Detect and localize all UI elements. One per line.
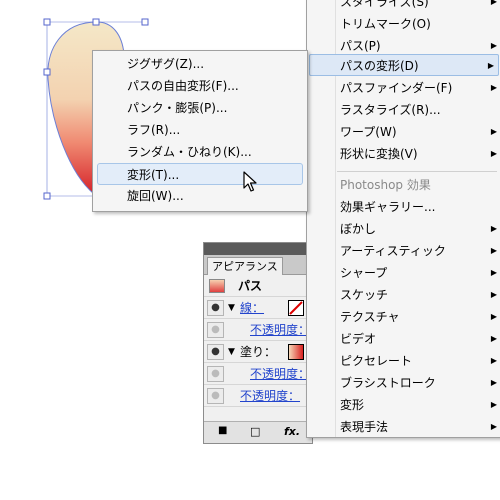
expand-triangle-icon[interactable]: ▼ bbox=[228, 341, 235, 363]
submenu-item-roughen[interactable]: ラフ(R)... bbox=[93, 119, 307, 141]
eye-icon[interactable]: ● bbox=[207, 388, 224, 404]
menu-separator bbox=[337, 171, 497, 172]
object-label: パス bbox=[238, 279, 263, 293]
submenu-arrow-icon: ▶ bbox=[490, 83, 497, 92]
menu-item-stylize[interactable]: スタイライズ(S) ▶ bbox=[307, 0, 500, 13]
expand-triangle-icon[interactable]: ▼ bbox=[228, 297, 235, 319]
menu-item-trim-marks[interactable]: トリムマーク(O) bbox=[307, 13, 500, 35]
distort-transform-submenu: ジグザグ(Z)... パスの自由変形(F)... パンク・膨張(P)... ラフ… bbox=[92, 50, 308, 212]
object-row[interactable]: パス bbox=[204, 275, 312, 297]
selection-handle bbox=[43, 18, 51, 26]
object-opacity-label[interactable]: 不透明度： bbox=[240, 385, 300, 407]
stroke-none-swatch-icon[interactable] bbox=[288, 300, 304, 316]
selection-handle bbox=[43, 68, 51, 76]
stroke-row[interactable]: ● ▼ 線： bbox=[204, 297, 312, 319]
submenu-item-zigzag[interactable]: ジグザグ(Z)... bbox=[93, 53, 307, 75]
menu-item-pathfinder[interactable]: パスファインダー(F) ▶ bbox=[307, 77, 500, 99]
submenu-item-pucker-bloat[interactable]: パンク・膨張(P)... bbox=[93, 97, 307, 119]
submenu-arrow-icon: ▶ bbox=[490, 378, 497, 387]
add-fill-icon[interactable]: □ bbox=[250, 425, 260, 438]
fx-icon[interactable]: fx. bbox=[284, 425, 300, 438]
selection-handle bbox=[141, 18, 149, 26]
tab-appearance[interactable]: アピアランス bbox=[207, 257, 283, 275]
menu-item-distort-transform[interactable]: パスの変形(D) ▶ bbox=[309, 54, 499, 76]
eye-icon[interactable]: ● bbox=[207, 322, 224, 338]
submenu-item-tweak[interactable]: ランダム・ひねり(K)... bbox=[93, 141, 307, 163]
submenu-arrow-icon: ▶ bbox=[490, 224, 497, 233]
selection-handle bbox=[92, 18, 100, 26]
object-thumbnail bbox=[209, 279, 225, 293]
panel-tab-bar: アピアランス bbox=[204, 255, 312, 275]
fill-label[interactable]: 塗り： bbox=[240, 341, 276, 363]
submenu-arrow-icon: ▶ bbox=[490, 334, 497, 343]
mouse-cursor-icon bbox=[243, 171, 257, 192]
submenu-arrow-icon: ▶ bbox=[490, 149, 497, 158]
submenu-arrow-icon: ▶ bbox=[487, 61, 494, 70]
menu-section-photoshop-effects: Photoshop 効果 bbox=[340, 178, 431, 192]
eye-icon[interactable]: ● bbox=[207, 344, 224, 360]
submenu-item-transform[interactable]: 変形(T)... bbox=[97, 163, 303, 185]
fill-opacity-row[interactable]: ● 不透明度： bbox=[204, 363, 312, 385]
panel-titlebar[interactable] bbox=[204, 243, 312, 255]
menu-item-texture[interactable]: テクスチャ ▶ bbox=[307, 306, 500, 328]
submenu-arrow-icon: ▶ bbox=[490, 0, 497, 6]
eye-icon[interactable]: ● bbox=[207, 300, 224, 316]
menu-item-sharpen[interactable]: シャープ ▶ bbox=[307, 262, 500, 284]
submenu-arrow-icon: ▶ bbox=[490, 290, 497, 299]
submenu-arrow-icon: ▶ bbox=[490, 312, 497, 321]
panel-bottom-toolbar: ■ □ fx. bbox=[204, 421, 312, 443]
submenu-arrow-icon: ▶ bbox=[490, 422, 497, 431]
stroke-label[interactable]: 線： bbox=[240, 297, 264, 319]
fill-row[interactable]: ● ▼ 塗り： bbox=[204, 341, 312, 363]
submenu-arrow-icon: ▶ bbox=[490, 268, 497, 277]
menu-item-convert-to-shape[interactable]: 形状に変換(V) ▶ bbox=[307, 143, 500, 165]
object-opacity-row[interactable]: ● 不透明度： bbox=[204, 385, 312, 407]
menu-item-effect-gallery[interactable]: 効果ギャラリー... bbox=[307, 196, 500, 218]
submenu-item-twist[interactable]: 旋回(W)... bbox=[93, 185, 307, 207]
eye-icon[interactable]: ● bbox=[207, 366, 224, 382]
effect-menu: スタイライズ(S) ▶ トリムマーク(O) パス(P) ▶ パスの変形(D) ▶ パス… bbox=[306, 0, 500, 438]
selection-handle bbox=[43, 192, 51, 200]
add-stroke-icon[interactable]: ■ bbox=[218, 425, 227, 436]
fill-gradient-swatch-icon[interactable] bbox=[288, 344, 304, 360]
submenu-arrow-icon: ▶ bbox=[490, 400, 497, 409]
stroke-opacity-row[interactable]: ● 不透明度： bbox=[204, 319, 312, 341]
menu-item-distort[interactable]: 変形 ▶ bbox=[307, 394, 500, 416]
menu-item-stylize-ps[interactable]: 表現手法 ▶ bbox=[307, 416, 500, 438]
submenu-arrow-icon: ▶ bbox=[490, 246, 497, 255]
submenu-arrow-icon: ▶ bbox=[490, 356, 497, 365]
submenu-arrow-icon: ▶ bbox=[490, 127, 497, 136]
menu-item-artistic[interactable]: アーティスティック ▶ bbox=[307, 240, 500, 262]
menu-item-warp[interactable]: ワープ(W) ▶ bbox=[307, 121, 500, 143]
stroke-opacity-label[interactable]: 不透明度： bbox=[250, 319, 310, 341]
menu-item-video[interactable]: ビデオ ▶ bbox=[307, 328, 500, 350]
appearance-panel: アピアランス パス ● ▼ 線： ● 不透明度： ● ▼ 塗り： ● 不透明度：… bbox=[203, 242, 313, 444]
submenu-item-free-distort[interactable]: パスの自由変形(F)... bbox=[93, 75, 307, 97]
menu-item-sketch[interactable]: スケッチ ▶ bbox=[307, 284, 500, 306]
fill-opacity-label[interactable]: 不透明度： bbox=[250, 363, 310, 385]
menu-item-rasterize[interactable]: ラスタライズ(R)... bbox=[307, 99, 500, 121]
menu-item-pixelate[interactable]: ピクセレート ▶ bbox=[307, 350, 500, 372]
menu-item-brush-strokes[interactable]: ブラシストローク ▶ bbox=[307, 372, 500, 394]
menu-item-blur[interactable]: ぼかし ▶ bbox=[307, 218, 500, 240]
